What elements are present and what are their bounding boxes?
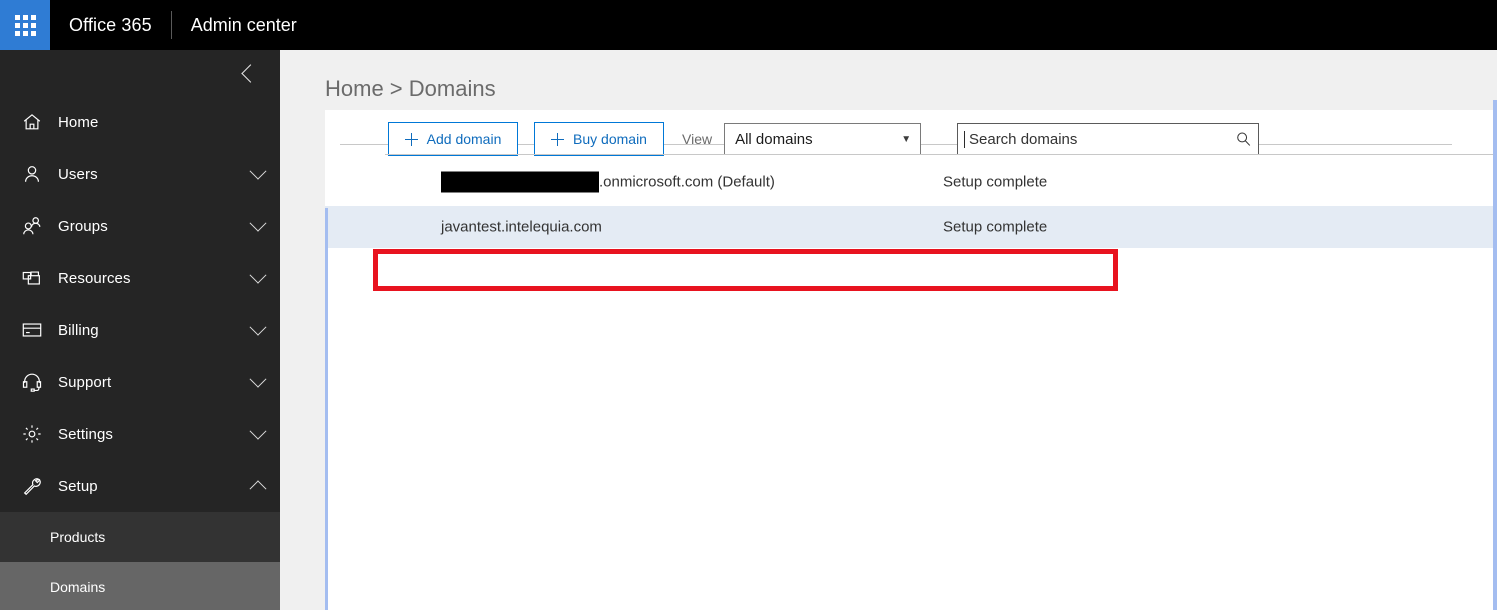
chevron-down-icon[interactable] (236, 214, 280, 232)
app-launcher-button[interactable] (0, 0, 50, 50)
buy-domain-label: Buy domain (573, 131, 647, 147)
sidebar-item-settings[interactable]: Settings (0, 408, 280, 460)
cell-domain-name: javantest.intelequia.com (441, 218, 602, 236)
cell-status: Setup complete (943, 173, 1048, 191)
sidebar-item-label: Settings (58, 425, 113, 443)
table-row[interactable]: javantest.intelequia.com Setup complete (325, 206, 1497, 248)
chevron-down-icon: ▼ (901, 133, 912, 145)
view-filter-value: All domains (735, 130, 813, 148)
sidebar-item-groups[interactable]: Groups (0, 200, 280, 252)
admin-center-app: Office 365 Admin center Home Users Group… (0, 0, 1497, 610)
view-filter-dropdown[interactable]: All domains ▼ (724, 123, 922, 155)
sidebar-item-support[interactable]: Support (0, 356, 280, 408)
user-icon (6, 163, 58, 185)
wrench-icon (6, 475, 58, 497)
search-input[interactable] (965, 130, 1228, 148)
buy-domain-button[interactable]: Buy domain (534, 122, 664, 156)
nav-collapse-button[interactable] (0, 50, 280, 96)
sidebar-item-setup[interactable]: Setup (0, 460, 280, 512)
sidebar-subitem-label: Domains (50, 579, 106, 595)
chevron-down-icon[interactable] (236, 422, 280, 440)
domain-suffix: .onmicrosoft.com (Default) (599, 173, 775, 191)
search-magnifier-icon[interactable] (1228, 131, 1258, 148)
view-label: View (682, 131, 713, 147)
sidebar-item-label: Resources (58, 269, 131, 287)
table-row[interactable]: .onmicrosoft.com (Default) Setup complet… (325, 161, 1497, 203)
app-launcher-grid-icon (14, 14, 36, 36)
sidebar-item-label: Billing (58, 321, 99, 339)
sidebar-item-label: Users (58, 165, 98, 183)
add-domain-label: Add domain (426, 131, 502, 147)
sidebar-item-home[interactable]: Home (0, 96, 280, 148)
headset-icon (6, 371, 58, 393)
vertical-scrollbar[interactable] (1493, 100, 1497, 610)
suite-app-name[interactable]: Admin center (172, 15, 297, 36)
sidebar-item-label: Groups (58, 217, 108, 235)
sidebar-item-label: Home (58, 113, 99, 131)
sidebar-subitem-domains[interactable]: Domains (0, 562, 280, 610)
add-domain-button[interactable]: Add domain (388, 122, 518, 156)
chevron-down-icon[interactable] (236, 266, 280, 284)
suite-brand-link[interactable]: Office 365 (50, 15, 171, 36)
panel-focus-accent (325, 208, 328, 610)
cell-status: Setup complete (943, 218, 1048, 236)
sidebar-item-label: Setup (58, 477, 98, 495)
home-icon (6, 111, 58, 133)
left-navigation: Home Users Groups Resources Billing Supp… (0, 50, 280, 610)
gear-icon (6, 423, 58, 445)
command-bar: Add domain Buy domain View All domains ▼ (388, 122, 922, 156)
redacted-tenant-name (441, 171, 599, 193)
sidebar-item-label: Support (58, 373, 112, 391)
sidebar-item-billing[interactable]: Billing (0, 304, 280, 356)
plus-icon (551, 132, 565, 146)
sidebar-item-users[interactable]: Users (0, 148, 280, 200)
chevron-down-icon[interactable] (236, 318, 280, 336)
groups-icon (6, 215, 58, 237)
chevron-down-icon[interactable] (236, 370, 280, 388)
search-domains-box[interactable] (957, 123, 1259, 155)
breadcrumb[interactable]: Home > Domains (325, 76, 496, 102)
sidebar-item-resources[interactable]: Resources (0, 252, 280, 304)
table-header-rule (385, 154, 1497, 155)
chevron-down-icon[interactable] (236, 162, 280, 180)
chevron-up-icon[interactable] (236, 480, 280, 498)
plus-icon (404, 132, 418, 146)
sidebar-subitem-label: Products (50, 529, 106, 545)
billing-card-icon (6, 319, 58, 341)
suite-bar: Office 365 Admin center (0, 0, 1497, 50)
chevron-left-icon (241, 63, 260, 83)
cell-domain-name: .onmicrosoft.com (Default) (441, 171, 775, 193)
resources-icon (6, 267, 58, 289)
sidebar-subitem-products[interactable]: Products (0, 512, 280, 562)
